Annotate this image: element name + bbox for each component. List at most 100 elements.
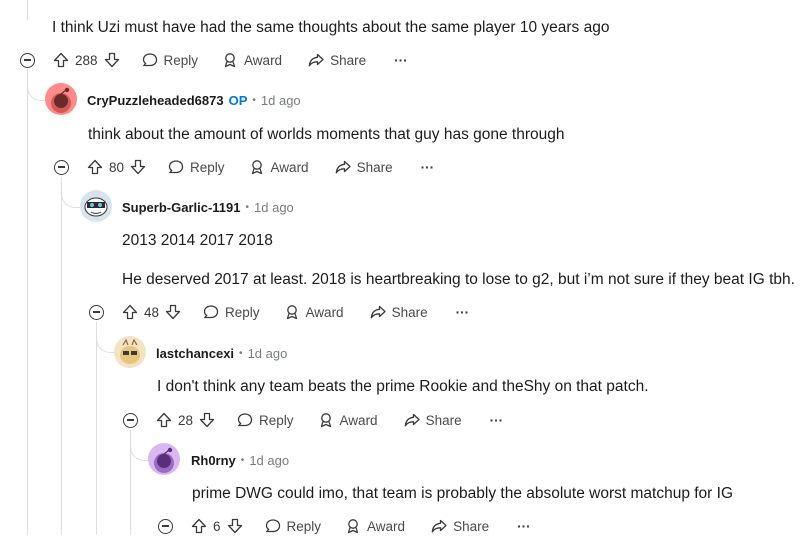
reply-button[interactable]: Reply <box>203 304 260 320</box>
award-label: Award <box>367 518 406 534</box>
share-label: Share <box>391 304 428 320</box>
snoo-avatar-icon <box>120 338 140 364</box>
upvote-icon[interactable] <box>191 518 207 534</box>
downvote-icon[interactable] <box>130 159 146 175</box>
snoo-avatar-icon <box>154 447 174 473</box>
thread-elbow <box>61 177 80 208</box>
upvote-icon[interactable] <box>122 304 138 320</box>
username[interactable]: Rh0rny <box>191 453 236 468</box>
timestamp[interactable]: 1d ago <box>261 93 301 108</box>
timestamp[interactable]: 1d ago <box>249 453 289 468</box>
thread-line[interactable] <box>96 322 97 535</box>
vote-group: 80 <box>87 159 146 175</box>
award-button[interactable]: Award <box>284 304 344 320</box>
avatar[interactable] <box>148 443 180 475</box>
timestamp[interactable]: 1d ago <box>248 346 288 361</box>
timestamp[interactable]: 1d ago <box>254 200 294 215</box>
share-button[interactable]: Share <box>404 412 462 428</box>
share-button[interactable]: Share <box>431 518 489 534</box>
vote-group: 48 <box>122 304 181 320</box>
thread-line[interactable] <box>27 70 28 535</box>
comment-text: prime DWG could imo, that team is probab… <box>192 485 734 502</box>
more-label: ··· <box>420 159 435 175</box>
award-button[interactable]: Award <box>222 52 282 68</box>
more-label: ··· <box>455 304 470 320</box>
snoo-avatar-icon <box>51 87 71 113</box>
comment-text: think about the amount of worlds moments… <box>88 126 565 143</box>
thread-elbow <box>96 322 115 353</box>
collapse-button[interactable] <box>89 304 104 320</box>
upvote-icon[interactable] <box>53 52 69 68</box>
more-options-button[interactable]: ··· <box>517 519 531 534</box>
speech-bubble-icon <box>142 52 158 68</box>
award-icon <box>345 518 361 534</box>
vote-group: 28 <box>156 412 215 428</box>
vote-count: 6 <box>213 518 221 534</box>
downvote-icon[interactable] <box>104 52 120 68</box>
reply-button[interactable]: Reply <box>168 159 225 175</box>
collapse-button[interactable] <box>20 52 35 68</box>
vote-count: 288 <box>75 52 98 68</box>
more-label: ··· <box>517 518 531 534</box>
downvote-icon[interactable] <box>227 518 243 534</box>
award-label: Award <box>339 412 378 428</box>
vote-group: 6 <box>191 518 243 534</box>
share-button[interactable]: Share <box>335 159 393 175</box>
thread-line[interactable] <box>61 177 62 535</box>
reply-label: Reply <box>163 52 199 68</box>
vote-count: 80 <box>109 159 125 175</box>
comment-text: He deserved 2017 at least. 2018 is heart… <box>122 271 795 288</box>
award-button[interactable]: Award <box>318 412 378 428</box>
more-options-button[interactable]: ··· <box>490 413 504 428</box>
thread-line[interactable] <box>27 0 28 20</box>
collapse-button[interactable] <box>54 159 69 175</box>
comment-actions: 80 Reply Award Share ··· <box>54 154 434 180</box>
share-icon <box>335 159 351 175</box>
more-label: ··· <box>489 412 504 428</box>
speech-bubble-icon <box>168 159 184 175</box>
comment-actions: 48 Reply Award Share ··· <box>89 299 469 325</box>
award-button[interactable]: Award <box>345 518 405 534</box>
reply-button[interactable]: Reply <box>237 412 294 428</box>
reply-button[interactable]: Reply <box>265 518 322 534</box>
username[interactable]: CryPuzzleheaded6873 <box>87 93 224 108</box>
comment-actions: 6 Reply Award Share ··· <box>158 513 531 539</box>
comment-header: lastchancexi • 1d ago <box>156 341 287 365</box>
share-label: Share <box>425 412 462 428</box>
award-label: Award <box>270 159 309 175</box>
reply-label: Reply <box>259 412 294 428</box>
downvote-icon[interactable] <box>199 412 215 428</box>
upvote-icon[interactable] <box>87 159 103 175</box>
reply-label: Reply <box>225 304 260 320</box>
username[interactable]: Superb-Garlic-1191 <box>122 200 241 215</box>
share-button[interactable]: Share <box>308 52 366 68</box>
vote-count: 28 <box>178 412 194 428</box>
snoo-avatar-icon <box>84 197 108 217</box>
collapse-button[interactable] <box>158 518 173 534</box>
share-label: Share <box>356 159 393 175</box>
award-icon <box>249 159 265 175</box>
share-button[interactable]: Share <box>370 304 428 320</box>
avatar[interactable] <box>80 190 112 222</box>
op-badge: OP <box>228 92 248 108</box>
award-icon <box>222 52 238 68</box>
upvote-icon[interactable] <box>156 412 172 428</box>
speech-bubble-icon <box>203 304 219 320</box>
reply-label: Reply <box>286 518 322 534</box>
comment-actions: 28 Reply Award Share ··· <box>123 407 503 433</box>
more-options-button[interactable]: ··· <box>394 53 408 68</box>
share-label: Share <box>453 518 490 534</box>
collapse-button[interactable] <box>123 412 138 428</box>
vote-group: 288 <box>53 52 120 68</box>
vote-count: 48 <box>144 304 160 320</box>
avatar[interactable] <box>45 83 77 115</box>
username[interactable]: lastchancexi <box>156 346 234 361</box>
more-options-button[interactable]: ··· <box>456 305 470 320</box>
reply-button[interactable]: Reply <box>142 52 199 68</box>
award-label: Award <box>305 304 344 320</box>
avatar[interactable] <box>114 336 146 368</box>
more-options-button[interactable]: ··· <box>421 160 435 175</box>
comment-header: Rh0rny • 1d ago <box>191 448 289 472</box>
award-button[interactable]: Award <box>249 159 309 175</box>
downvote-icon[interactable] <box>165 304 181 320</box>
